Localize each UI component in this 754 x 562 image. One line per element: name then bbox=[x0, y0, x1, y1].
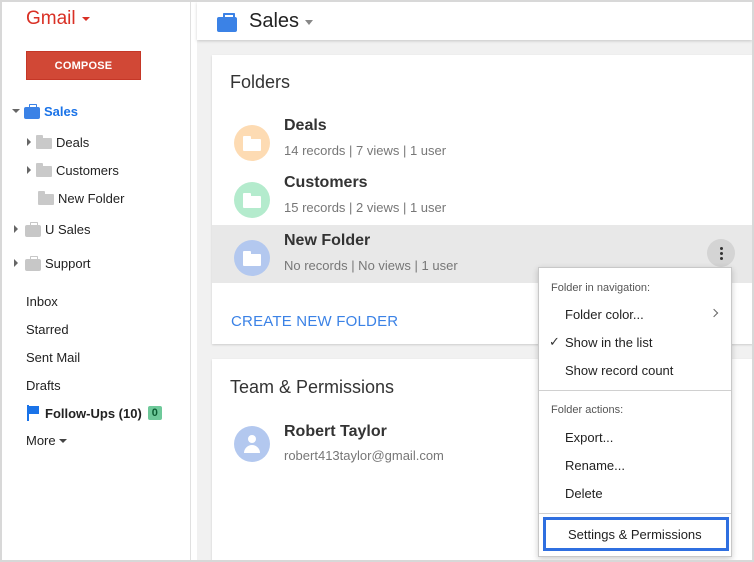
team-card-title: Team & Permissions bbox=[230, 377, 395, 397]
member-name: Robert Taylor bbox=[284, 423, 387, 440]
sidebar-item-drafts[interactable]: Drafts bbox=[26, 374, 61, 396]
briefcase-icon bbox=[24, 103, 40, 119]
folder-meta: No records | No views | 1 user bbox=[284, 258, 458, 273]
folder-avatar bbox=[234, 240, 270, 276]
gmail-logo[interactable]: Gmail bbox=[26, 8, 90, 30]
member-email: robert413taylor@gmail.com bbox=[284, 448, 444, 463]
chevron-down-icon bbox=[58, 438, 67, 443]
menu-item-settings-permissions[interactable]: Settings & Permissions bbox=[543, 517, 729, 551]
expand-arrow-icon[interactable] bbox=[14, 225, 18, 233]
more-label: More bbox=[26, 432, 56, 448]
create-new-folder-link[interactable]: CREATE NEW FOLDER bbox=[231, 313, 398, 330]
briefcase-icon bbox=[25, 255, 41, 271]
folder-icon bbox=[36, 134, 52, 149]
sidebar-subfolder-label: Customers bbox=[56, 162, 119, 178]
folder-row-customers[interactable]: Customers 15 records | 2 views | 1 user bbox=[212, 167, 753, 225]
folder-meta: 14 records | 7 views | 1 user bbox=[284, 143, 447, 158]
sidebar: Gmail COMPOSE Sales Deals Customers New … bbox=[2, 2, 191, 560]
folder-icon bbox=[243, 192, 261, 208]
avatar bbox=[234, 426, 270, 462]
menu-item-label: Export... bbox=[565, 429, 614, 445]
folder-icon bbox=[243, 135, 261, 151]
folder-avatar bbox=[234, 125, 270, 161]
menu-section-heading: Folder actions: bbox=[551, 404, 624, 416]
sidebar-group-support[interactable]: Support bbox=[14, 252, 91, 274]
checkmark-icon: ✓ bbox=[549, 334, 560, 349]
sidebar-item-starred[interactable]: Starred bbox=[26, 318, 69, 340]
menu-item-folder-color[interactable]: Folder color... bbox=[539, 301, 731, 327]
sidebar-group-u-sales[interactable]: U Sales bbox=[14, 218, 91, 240]
menu-item-label: Folder color... bbox=[565, 306, 644, 322]
expand-arrow-icon[interactable] bbox=[12, 109, 20, 113]
menu-item-label: Delete bbox=[565, 485, 603, 501]
menu-item-label: Rename... bbox=[565, 457, 625, 473]
menu-item-delete[interactable]: Delete bbox=[539, 480, 731, 506]
folder-row-deals[interactable]: Deals 14 records | 7 views | 1 user bbox=[212, 110, 753, 168]
sidebar-item-inbox[interactable]: Inbox bbox=[26, 290, 58, 312]
sidebar-item-sent-mail[interactable]: Sent Mail bbox=[26, 346, 80, 368]
chevron-down-icon[interactable] bbox=[305, 20, 314, 25]
briefcase-icon bbox=[25, 221, 41, 237]
menu-item-rename[interactable]: Rename... bbox=[539, 452, 731, 478]
sidebar-subfolder-deals[interactable]: Deals bbox=[27, 131, 89, 153]
menu-item-label: Show in the list bbox=[565, 334, 653, 350]
menu-divider bbox=[539, 390, 731, 391]
menu-item-export[interactable]: Export... bbox=[539, 424, 731, 450]
sidebar-item-follow-ups[interactable]: Follow-Ups (10) 0 bbox=[26, 402, 162, 424]
menu-item-label: Settings & Permissions bbox=[568, 526, 702, 542]
menu-item-show-in-list[interactable]: ✓ Show in the list bbox=[539, 329, 731, 355]
gmail-logo-text: Gmail bbox=[26, 8, 76, 29]
sidebar-subfolder-new-folder[interactable]: New Folder bbox=[38, 187, 124, 209]
menu-item-label: Show record count bbox=[565, 362, 674, 378]
sidebar-group-label: Support bbox=[45, 255, 91, 271]
briefcase-icon bbox=[217, 12, 237, 32]
header-bar: Sales bbox=[197, 2, 752, 40]
folders-card-title: Folders bbox=[230, 72, 291, 92]
folder-avatar bbox=[234, 182, 270, 218]
sidebar-more-button[interactable]: More bbox=[26, 429, 67, 451]
folder-name: Customers bbox=[284, 174, 368, 191]
more-options-icon[interactable] bbox=[707, 239, 735, 267]
folder-icon bbox=[36, 162, 52, 177]
chevron-right-icon bbox=[709, 308, 719, 318]
expand-arrow-icon[interactable] bbox=[14, 259, 18, 267]
menu-section-heading: Folder in navigation: bbox=[551, 282, 651, 294]
sidebar-group-label: U Sales bbox=[45, 221, 91, 237]
folder-name: Deals bbox=[284, 117, 327, 134]
sidebar-group-sales[interactable]: Sales bbox=[12, 100, 78, 122]
folder-icon bbox=[243, 250, 261, 266]
folder-meta: 15 records | 2 views | 1 user bbox=[284, 200, 447, 215]
page-title[interactable]: Sales bbox=[249, 10, 299, 33]
compose-button[interactable]: COMPOSE bbox=[26, 51, 141, 80]
expand-arrow-icon[interactable] bbox=[27, 166, 31, 174]
sidebar-subfolder-label: New Folder bbox=[58, 190, 125, 206]
follow-ups-count-badge: 0 bbox=[147, 406, 162, 420]
chevron-down-icon bbox=[81, 17, 90, 21]
sidebar-subfolder-label: Deals bbox=[56, 134, 90, 150]
sidebar-group-label: Sales bbox=[44, 103, 78, 119]
follow-ups-label: Follow-Ups (10) bbox=[45, 405, 142, 421]
expand-arrow-icon[interactable] bbox=[27, 138, 31, 146]
folder-icon bbox=[38, 190, 54, 205]
flag-icon bbox=[26, 405, 40, 421]
menu-divider bbox=[539, 513, 731, 514]
folder-name: New Folder bbox=[284, 232, 371, 249]
sidebar-subfolder-customers[interactable]: Customers bbox=[27, 159, 119, 181]
folder-context-menu: Folder in navigation: Folder color... ✓ … bbox=[538, 267, 732, 557]
menu-item-show-record-count[interactable]: Show record count bbox=[539, 357, 731, 383]
